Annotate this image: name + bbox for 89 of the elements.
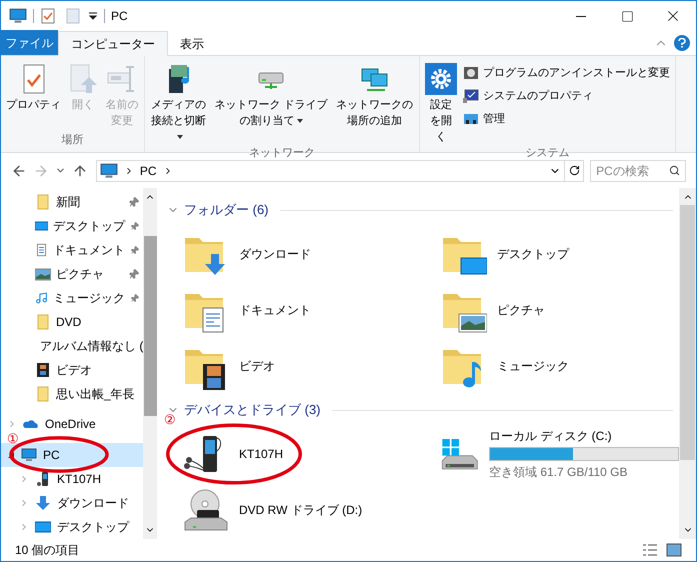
ribbon-small-button[interactable]: プログラムのアンインストールと変更: [461, 63, 672, 83]
nav-tree-item[interactable]: OneDrive: [1, 414, 143, 434]
search-icon: [669, 165, 680, 176]
document-icon: [35, 242, 48, 258]
music-note-icon: [35, 290, 48, 306]
nav-item[interactable]: ピクチャ: [1, 262, 143, 286]
nav-item[interactable]: ビデオ: [1, 358, 143, 382]
search-field[interactable]: PCの検索: [590, 160, 686, 182]
ribbon-small-button[interactable]: システムのプロパティ: [461, 86, 672, 106]
content-item[interactable]: ダウンロード: [163, 226, 421, 282]
nav-item[interactable]: アルバム情報なし (: [1, 334, 143, 358]
expanded-arrow-icon[interactable]: [7, 451, 15, 459]
disc-box-icon: [463, 65, 479, 81]
item-label: DVD RW ドライブ (D:): [239, 502, 362, 519]
picture-icon: [35, 266, 51, 282]
address-field[interactable]: PC: [96, 160, 566, 182]
breadcrumb[interactable]: PC: [140, 162, 157, 180]
computer-management-icon: [463, 111, 479, 127]
section-header[interactable]: フォルダー (6): [184, 200, 268, 220]
content-item[interactable]: ドキュメント: [163, 282, 421, 338]
content-item[interactable]: ピクチャ: [421, 282, 679, 338]
settings-icon: [425, 63, 457, 95]
ribbon-button[interactable]: ネットワークの場所の追加: [333, 61, 416, 145]
window-title: PC: [111, 8, 128, 25]
folder-icon: [35, 194, 51, 210]
ribbon-button[interactable]: プロパティ: [4, 61, 63, 132]
file-tab[interactable]: ファイル: [1, 30, 58, 55]
ribbon-button[interactable]: メディアの接続と切断: [148, 61, 209, 145]
nav-tree-item[interactable]: ダウンロード: [1, 491, 143, 515]
nav-item[interactable]: ミュージック: [1, 286, 143, 310]
ribbon-button[interactable]: ネットワーク ドライブの割り当て: [211, 61, 331, 145]
folder-icon: [35, 314, 51, 330]
nav-item[interactable]: DVD: [1, 310, 143, 334]
nav-item[interactable]: ドキュメント: [1, 238, 143, 262]
monitor-icon: [21, 447, 37, 463]
status-text: 10 個の項目: [15, 542, 80, 559]
back-button[interactable]: [11, 162, 27, 178]
pc-icon: [9, 7, 27, 25]
item-label: KT107H: [239, 446, 284, 463]
item-label: デスクトップ: [497, 246, 569, 263]
forward-button[interactable]: [32, 162, 49, 178]
content-item[interactable]: KT107H: [163, 426, 421, 482]
ribbon-button[interactable]: 設定を開く: [423, 61, 459, 145]
ribbon-small-button[interactable]: 管理: [461, 109, 672, 129]
nav-tree-item[interactable]: PC: [1, 443, 143, 467]
nav-tree-item[interactable]: KT107H: [1, 467, 143, 491]
up-button[interactable]: [72, 162, 88, 178]
details-view-icon[interactable]: [642, 543, 658, 557]
content-item[interactable]: DVD RW ドライブ (D:): [163, 482, 421, 538]
refresh-icon: [568, 165, 580, 176]
nav-item[interactable]: デスクトップ: [1, 214, 143, 238]
content-item[interactable]: ビデオ: [163, 338, 421, 394]
down-arrow-icon: [35, 495, 51, 511]
item-label: ピクチャ: [497, 302, 545, 319]
content-item[interactable]: ミュージック: [421, 338, 679, 394]
drive-name: ローカル ディスク (C:): [489, 428, 613, 445]
ribbon-group-label: ネットワーク: [249, 146, 315, 161]
scrollbar[interactable]: [143, 188, 157, 539]
monitor-check-icon: [463, 88, 479, 104]
screen-icon: [35, 519, 51, 535]
item-label: ミュージック: [497, 358, 569, 375]
nav-item[interactable]: 新聞: [1, 190, 143, 214]
pc-icon: [100, 162, 118, 180]
content-item[interactable]: ローカル ディスク (C:) 空き領域 61.7 GB/110 GB: [421, 426, 679, 482]
maximize-icon: [620, 10, 634, 22]
nav-item[interactable]: 思い出帳_年長: [1, 382, 143, 406]
section-header[interactable]: デバイスとドライブ (3): [184, 400, 320, 420]
refresh-button[interactable]: [564, 160, 584, 182]
item-label: ダウンロード: [239, 246, 311, 263]
search-placeholder: PCの検索: [596, 162, 649, 180]
help-icon[interactable]: [674, 35, 690, 51]
dropdown-caret-icon[interactable]: [88, 12, 98, 20]
circled-number: ①: [7, 432, 19, 445]
ribbon-group-label: システム: [526, 146, 570, 161]
checklist-icon[interactable]: [40, 8, 56, 24]
item-label: ドキュメント: [239, 302, 311, 319]
music-player-icon: [35, 471, 51, 487]
free-space-text: 空き領域 61.7 GB/110 GB: [489, 464, 628, 481]
ribbon-tab[interactable]: コンピューター: [58, 31, 168, 56]
circled-number: ②: [164, 413, 176, 426]
scrollbar[interactable]: [679, 188, 696, 539]
content-item[interactable]: デスクトップ: [421, 226, 679, 282]
folder-icon: [35, 386, 51, 402]
large-icons-view-icon[interactable]: [666, 543, 682, 557]
nav-tree-item[interactable]: デスクトップ: [1, 515, 143, 539]
ribbon-group-label: 場所: [62, 133, 84, 148]
ribbon-tab[interactable]: 表示: [168, 31, 216, 56]
film-icon: [35, 362, 51, 378]
item-label: ビデオ: [239, 358, 275, 375]
